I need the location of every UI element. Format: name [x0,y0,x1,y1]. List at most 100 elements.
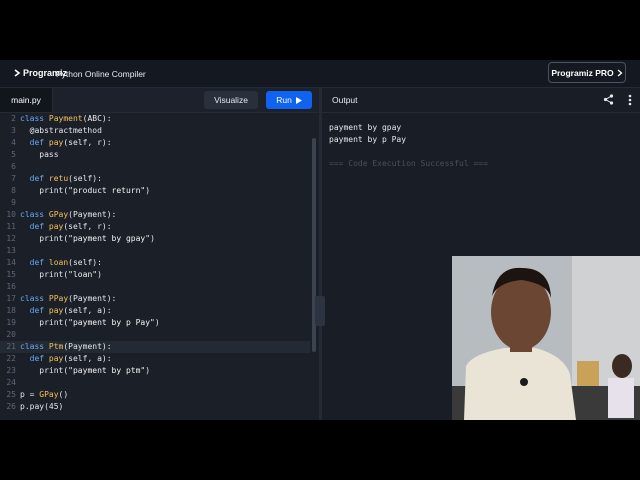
code-token: "loan" [68,270,98,279]
pane-resize-handle[interactable] [315,296,325,326]
code-token: p = [20,390,40,399]
programiz-pro-button[interactable]: Programiz PRO [548,62,626,83]
line-number: 14 [6,258,16,267]
code-token: pass [20,150,59,159]
programiz-logo-icon [14,69,21,77]
code-token: p.pay(45) [20,402,64,411]
code-line[interactable]: 26 p.pay(45) [0,401,310,413]
code-text: class GPay(Payment): [20,209,116,221]
more-options-icon[interactable] [628,94,632,106]
code-line[interactable]: 22 def pay(self, a): [0,353,310,365]
page-title: Python Online Compiler [56,69,146,79]
line-number: 26 [6,402,16,411]
code-token: (self): [68,174,102,183]
line-number: 11 [6,222,16,231]
output-label: Output [332,95,358,105]
code-line[interactable]: 17 class PPay(Payment): [0,293,310,305]
webcam-overlay [452,256,640,420]
share-icon[interactable] [603,94,614,105]
code-editor[interactable]: 2 class Payment(ABC): 3 @abstractmethod 4 d… [0,113,319,420]
code-text: class Ptm(Payment): [20,341,112,353]
line-number: 3 [11,126,16,135]
code-line[interactable]: 15 print("loan") [0,269,310,281]
line-number: 8 [11,186,16,195]
code-token: (self, a): [63,354,112,363]
code-line[interactable]: 2 class Payment(ABC): [0,113,310,125]
code-line[interactable]: 8 print("product return") [0,185,310,197]
code-line[interactable]: 9 [0,197,310,209]
editor-toolbar: main.py Visualize Run [0,88,319,113]
code-line[interactable]: 19 print("payment by p Pay") [0,317,310,329]
code-line[interactable]: 23 print("payment by ptm") [0,365,310,377]
code-token: @abstractmethod [20,126,102,135]
line-number: 7 [11,174,16,183]
code-token: print( [20,366,69,375]
code-text: class PPay(Payment): [20,293,116,305]
top-bar: Programiz Python Online Compiler Program… [0,60,640,88]
chevron-right-icon [617,69,623,76]
code-line[interactable]: 6 [0,161,310,173]
code-line[interactable]: 20 [0,329,310,341]
code-token: print( [20,318,69,327]
code-line[interactable]: 25 p = GPay() [0,389,310,401]
code-text: def loan(self): [20,257,102,269]
code-token: pay [48,354,64,363]
code-token: class [20,342,49,351]
code-line[interactable]: 4 def pay(self, r): [0,137,310,149]
code-line[interactable]: 3 @abstractmethod [0,125,310,137]
code-token: print( [20,270,69,279]
code-token: "payment by ptm" [68,366,146,375]
code-line[interactable]: 12 print("payment by gpay") [0,233,310,245]
code-token: loan [48,258,69,267]
code-line[interactable]: 7 def retu(self): [0,173,310,185]
code-token: ) [97,270,102,279]
code-token: ) [154,318,160,327]
code-token: (self, r): [63,222,112,231]
code-line[interactable]: 11 def pay(self, r): [0,221,310,233]
play-icon [295,96,302,104]
line-number: 21 [6,342,16,351]
code-line[interactable]: 13 [0,245,310,257]
code-line[interactable]: 10 class GPay(Payment): [0,209,310,221]
line-number: 24 [6,378,16,387]
code-line[interactable]: 21 class Ptm(Payment): [0,341,310,353]
line-number: 15 [6,270,16,279]
code-token: (self, r): [63,138,112,147]
code-line[interactable]: 5 pass [0,149,310,161]
code-text: pass [20,149,59,161]
code-line[interactable]: 14 def loan(self): [0,257,310,269]
code-line[interactable]: 16 [0,281,310,293]
code-text: print("payment by ptm") [20,365,150,377]
output-line: payment by gpay [329,123,402,132]
execution-status: === Code Execution Successful === [329,159,488,168]
run-button[interactable]: Run [266,91,312,109]
code-text: def pay(self, r): [20,137,112,149]
code-token: retu [48,174,69,183]
code-text: print("product return") [20,185,150,197]
code-token: ) [150,234,155,243]
visualize-button[interactable]: Visualize [204,91,258,109]
line-number: 19 [6,318,16,327]
line-number: 13 [6,246,16,255]
code-text: def pay(self, a): [20,353,112,365]
code-line[interactable]: 18 def pay(self, a): [0,305,310,317]
code-text: p = GPay() [20,389,68,401]
code-token: (self, a): [63,306,112,315]
output-header: Output [322,88,640,113]
code-line[interactable]: 24 [0,377,310,389]
line-number: 9 [11,198,16,207]
code-token: GPay [39,390,59,399]
line-number: 20 [6,330,16,339]
code-token: pay [48,306,64,315]
code-token: () [58,390,69,399]
tab-main-py[interactable]: main.py [0,88,53,112]
code-text: print("payment by p Pay") [20,317,160,329]
line-number: 6 [11,162,16,171]
code-text: def pay(self, a): [20,305,112,317]
code-text: class Payment(ABC): [20,113,112,125]
line-number: 22 [6,354,16,363]
code-token: def [20,306,49,315]
line-number: 2 [11,114,16,123]
code-token: "payment by p Pay" [68,318,155,327]
code-token: (Payment): [68,210,117,219]
